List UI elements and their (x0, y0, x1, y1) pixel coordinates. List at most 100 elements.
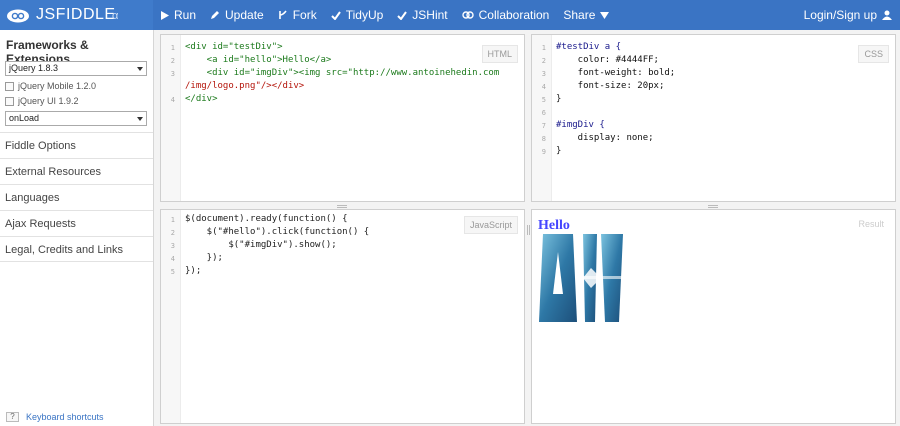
framework-select-value: jQuery 1.8.3 (9, 63, 59, 73)
line-number: 9 (541, 148, 546, 156)
sidebar-item-ajax-requests[interactable]: Ajax Requests (0, 210, 153, 236)
check-icon (397, 10, 408, 20)
result-panel[interactable]: Hello Result (531, 209, 896, 424)
extension-label: jQuery Mobile 1.2.0 (18, 81, 97, 91)
cloud-logo-icon (7, 9, 29, 23)
css-panel[interactable]: 1 2 3 4 5 6 7 8 9 #testDiv a { color: #4… (531, 34, 896, 202)
code-line: <div id="testDiv"> (185, 42, 283, 52)
extension-checkbox-jquery-ui[interactable]: jQuery UI 1.9.2 (5, 96, 79, 106)
logo-image (539, 234, 625, 322)
css-panel-label: CSS (858, 45, 889, 63)
login-signup-link[interactable]: Login/Sign up (804, 0, 892, 30)
line-number: 2 (541, 57, 546, 65)
line-number: 1 (170, 44, 175, 52)
line-number: 5 (541, 96, 546, 104)
fork-icon (278, 10, 287, 19)
line-gutter: 1 2 3 4 (161, 35, 181, 201)
code-line: </div> (185, 94, 218, 104)
code-line: }); (185, 266, 202, 276)
share-button[interactable]: Share (556, 0, 616, 30)
horizontal-resize-handle[interactable] (708, 205, 718, 208)
check-icon (331, 10, 341, 20)
pencil-icon (211, 11, 220, 19)
update-button[interactable]: Update (203, 0, 271, 30)
result-panel-label: Result (858, 219, 884, 229)
user-icon (882, 10, 892, 20)
code-line: $("#hello").click(function() { (185, 227, 370, 237)
code-line: font-size: 20px; (556, 81, 665, 91)
collaboration-icon (461, 11, 474, 19)
brand[interactable]: JSFIDDLE α (0, 0, 153, 30)
code-line: }); (185, 253, 223, 263)
sidebar-item-languages[interactable]: Languages (0, 184, 153, 210)
html-panel[interactable]: 1 2 3 4 <div id="testDiv"> <a id="hello"… (160, 34, 525, 202)
framework-select[interactable]: jQuery 1.8.3 (5, 61, 147, 76)
sidebar-item-external-resources[interactable]: External Resources (0, 158, 153, 184)
fork-button[interactable]: Fork (271, 0, 324, 30)
top-bar: JSFIDDLE α Run Update Fork TidyUp JSHint… (0, 0, 900, 30)
caret-down-icon (600, 11, 610, 19)
line-number: 4 (541, 83, 546, 91)
line-gutter: 1 2 3 4 5 (161, 210, 181, 423)
line-number: 2 (170, 57, 175, 65)
code-line: <div id="imgDiv"><img src="http://www.an… (185, 68, 500, 78)
share-label: Share (563, 8, 596, 22)
line-number: 4 (170, 255, 175, 263)
code-line: <a id="hello">Hello</a> (185, 55, 332, 65)
checkbox-icon[interactable] (5, 96, 14, 106)
update-label: Update (225, 8, 264, 22)
code-line: font-weight: bold; (556, 68, 676, 78)
code-line: display: none; (556, 133, 654, 143)
line-number: 6 (541, 109, 546, 117)
hello-link[interactable]: Hello (538, 218, 570, 234)
jshint-label: JSHint (412, 8, 448, 22)
toolbar: Run Update Fork TidyUp JSHint Collaborat… (153, 0, 616, 30)
load-type-select[interactable]: onLoad (5, 111, 147, 126)
code-line: } (556, 94, 562, 104)
extension-checkbox-jquery-mobile[interactable]: jQuery Mobile 1.2.0 (5, 81, 96, 91)
line-number: 2 (170, 229, 175, 237)
play-icon (161, 10, 169, 20)
code-line: color: #4444FF; (556, 55, 659, 65)
code-line: $("#imgDiv").show(); (185, 240, 337, 250)
code-line: #testDiv a { (556, 42, 622, 52)
line-number: 3 (541, 70, 546, 78)
line-number: 8 (541, 135, 546, 143)
line-number: 4 (170, 96, 175, 104)
vertical-resize-handle[interactable] (527, 225, 530, 235)
keyboard-shortcuts-label: Keyboard shortcuts (26, 412, 104, 422)
brand-suffix: α (112, 10, 119, 22)
tidyup-button[interactable]: TidyUp (324, 0, 391, 30)
extension-label: jQuery UI 1.9.2 (18, 96, 79, 106)
tidyup-label: TidyUp (345, 8, 384, 22)
collaboration-label: Collaboration (478, 8, 550, 22)
javascript-panel[interactable]: 1 2 3 4 5 $(document).ready(function() {… (160, 209, 525, 424)
line-number: 7 (541, 122, 546, 130)
load-type-select-value: onLoad (9, 113, 40, 123)
login-label: Login/Sign up (803, 8, 877, 22)
keyboard-shortcuts-link[interactable]: ? Keyboard shortcuts (6, 412, 104, 422)
line-number: 3 (170, 70, 175, 78)
jshint-button[interactable]: JSHint (390, 0, 454, 30)
code-line: } (556, 146, 562, 156)
javascript-panel-label: JavaScript (463, 216, 518, 234)
chevron-down-icon (137, 67, 143, 71)
code-line: /img/logo.png"/></div> (185, 81, 305, 91)
line-number: 3 (170, 242, 175, 250)
code-line: #imgDiv { (556, 120, 605, 130)
line-number: 1 (170, 216, 175, 224)
sidebar-item-legal-credits[interactable]: Legal, Credits and Links (0, 236, 153, 262)
collaboration-button[interactable]: Collaboration (455, 0, 557, 30)
line-number: 5 (170, 268, 175, 276)
run-label: Run (174, 8, 197, 22)
fork-label: Fork (292, 8, 317, 22)
chevron-down-icon (137, 117, 143, 121)
checkbox-icon[interactable] (5, 81, 14, 91)
brand-name: JSFIDDLE (36, 6, 116, 23)
sidebar: Frameworks & Extensions jQuery 1.8.3 jQu… (0, 30, 154, 426)
keyboard-key-icon: ? (6, 412, 19, 422)
horizontal-resize-handle[interactable] (337, 205, 347, 208)
sidebar-item-fiddle-options[interactable]: Fiddle Options (0, 132, 153, 158)
line-gutter: 1 2 3 4 5 6 7 8 9 (532, 35, 552, 201)
run-button[interactable]: Run (153, 0, 203, 30)
